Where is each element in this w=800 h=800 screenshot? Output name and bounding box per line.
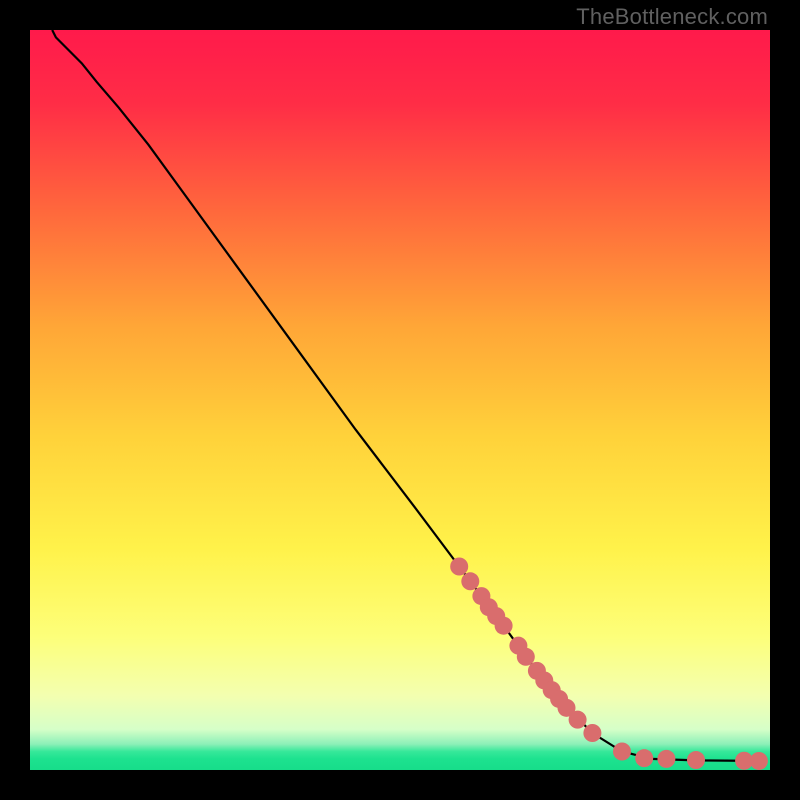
data-marker	[750, 752, 768, 770]
data-marker	[583, 724, 601, 742]
data-marker	[450, 558, 468, 576]
gradient-background	[30, 30, 770, 770]
chart-frame	[30, 30, 770, 770]
data-marker	[517, 648, 535, 666]
data-marker	[613, 743, 631, 761]
bottleneck-chart	[30, 30, 770, 770]
data-marker	[569, 711, 587, 729]
data-marker	[657, 750, 675, 768]
data-marker	[461, 572, 479, 590]
data-marker	[687, 751, 705, 769]
watermark-text: TheBottleneck.com	[576, 4, 768, 30]
data-marker	[635, 749, 653, 767]
data-marker	[495, 617, 513, 635]
